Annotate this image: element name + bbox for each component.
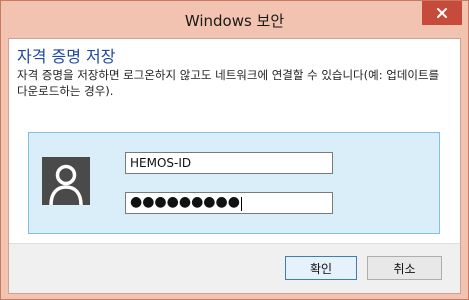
ok-button[interactable]: 확인 — [285, 256, 357, 280]
text-cursor — [240, 196, 242, 211]
dialog-description: 자격 증명을 저장하면 로그온하지 않고도 네트워크에 연결할 수 있습니다(예… — [17, 68, 440, 98]
credential-tile[interactable]: HEMOS-ID ●●●●●●●●● — [28, 132, 440, 234]
window-title: Windows 보안 — [184, 12, 285, 30]
button-bar: 확인 취소 — [9, 243, 460, 293]
dialog-content: 자격 증명 저장 자격 증명을 저장하면 로그온하지 않고도 네트워크에 연결할… — [8, 38, 461, 294]
dialog-heading: 자격 증명 저장 — [17, 47, 116, 66]
windows-security-dialog: Windows 보안 자격 증명 저장 자격 증명을 저장하면 로그온하지 않고… — [0, 0, 469, 300]
username-field[interactable]: HEMOS-ID — [125, 152, 333, 174]
password-field[interactable]: ●●●●●●●●● — [125, 192, 333, 214]
cancel-button[interactable]: 취소 — [367, 256, 442, 280]
user-avatar-icon — [42, 157, 90, 205]
password-mask: ●●●●●●●●● — [130, 194, 240, 210]
close-icon — [437, 8, 447, 18]
title-bar[interactable]: Windows 보안 — [1, 1, 468, 38]
username-value: HEMOS-ID — [130, 156, 192, 170]
close-button[interactable] — [422, 1, 462, 25]
